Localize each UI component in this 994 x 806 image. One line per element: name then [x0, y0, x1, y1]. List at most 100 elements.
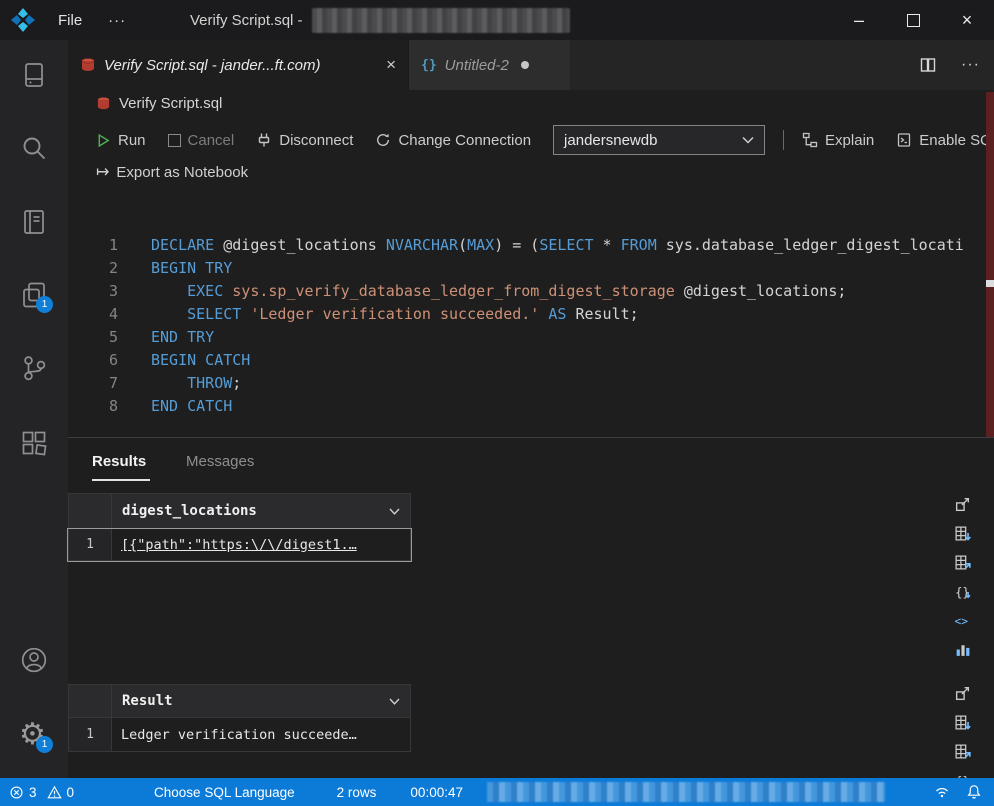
line-number: 5 — [68, 326, 118, 349]
chevron-down-icon[interactable] — [389, 508, 400, 515]
code-line[interactable]: 5END TRY — [68, 326, 986, 349]
save-as-excel-icon[interactable] — [951, 740, 973, 762]
grid1-action-icons: {} <> — [951, 493, 973, 660]
minimize-button[interactable]: – — [832, 0, 886, 40]
menu-file[interactable]: File — [58, 12, 82, 29]
code-text[interactable]: DECLARE @digest_locations NVARCHAR(MAX) … — [118, 234, 964, 257]
bell-icon[interactable] — [966, 784, 982, 800]
code-text[interactable]: EXEC sys.sp_verify_database_ledger_from_… — [118, 280, 846, 303]
explorer-badge: 1 — [36, 296, 53, 313]
database-dropdown-value: jandersnewdb — [564, 132, 742, 149]
line-number: 7 — [68, 372, 118, 395]
language-selector[interactable]: Choose SQL Language — [154, 785, 295, 800]
settings-gear-icon[interactable]: ⚙ 1 — [19, 720, 49, 750]
split-editor-icon[interactable] — [919, 56, 937, 74]
search-icon[interactable] — [19, 133, 49, 163]
grid-corner-cell[interactable] — [68, 684, 112, 718]
grid-corner-cell[interactable] — [68, 493, 112, 529]
row-number-cell[interactable]: 1 — [68, 717, 112, 752]
enable-sqlcmd-button[interactable]: Enable SQLCMD — [896, 132, 994, 149]
maximize-button[interactable] — [886, 0, 940, 40]
code-lines: 1DECLARE @digest_locations NVARCHAR(MAX)… — [68, 234, 986, 418]
save-as-csv-icon[interactable] — [951, 711, 973, 733]
save-as-excel-icon[interactable] — [951, 551, 973, 573]
chart-icon[interactable] — [951, 638, 973, 660]
line-number: 6 — [68, 349, 118, 372]
breadcrumb[interactable]: Verify Script.sql — [96, 95, 222, 112]
code-line[interactable]: 3 EXEC sys.sp_verify_database_ledger_fro… — [68, 280, 986, 303]
extensions-icon[interactable] — [19, 428, 49, 458]
explorer-icon[interactable]: 1 — [19, 280, 49, 310]
database-dropdown[interactable]: jandersnewdb — [553, 125, 765, 155]
notebooks-icon[interactable] — [19, 207, 49, 237]
code-text[interactable]: BEGIN CATCH — [118, 349, 250, 372]
redacted-status-text — [487, 782, 885, 802]
maximize-icon — [907, 14, 920, 27]
window-title: Verify Script.sql - — [190, 0, 570, 40]
code-line[interactable]: 6BEGIN CATCH — [68, 349, 986, 372]
source-control-icon[interactable] — [19, 353, 49, 383]
maximize-grid-icon[interactable] — [951, 682, 973, 704]
chevron-down-icon[interactable] — [389, 698, 400, 705]
run-button[interactable]: Run — [96, 132, 146, 149]
tab-untitled-2[interactable]: {} Untitled-2 — [408, 40, 570, 90]
code-text[interactable]: END TRY — [118, 326, 214, 349]
grid-column-header[interactable]: Result — [111, 684, 411, 718]
json-link[interactable]: [{"path":"https:\/\/digest1.… — [121, 537, 357, 553]
settings-badge: 1 — [36, 736, 53, 753]
sqlcmd-icon — [896, 132, 912, 148]
sql-file-icon — [96, 96, 111, 111]
export-as-notebook-button[interactable]: ↦ Export as Notebook — [96, 162, 248, 182]
activity-bar: 1 ⚙ 1 — [0, 40, 68, 778]
account-icon[interactable] — [19, 645, 49, 675]
code-text[interactable]: END CATCH — [118, 395, 232, 418]
result-value-cell[interactable]: Ledger verification succeede… — [111, 717, 411, 752]
panel-divider[interactable] — [68, 437, 994, 438]
maximize-grid-icon[interactable] — [951, 493, 973, 515]
grid-row: 1 [{"path":"https:\/\/digest1.… — [68, 529, 411, 561]
save-as-json-icon[interactable]: {} — [951, 580, 973, 602]
problems-errors[interactable]: 3 — [9, 785, 37, 800]
code-line[interactable]: 8END CATCH — [68, 395, 986, 418]
code-text[interactable]: SELECT 'Ledger verification succeeded.' … — [118, 303, 639, 326]
connections-icon[interactable] — [19, 60, 49, 90]
code-line[interactable]: 1DECLARE @digest_locations NVARCHAR(MAX)… — [68, 234, 986, 257]
tab-messages[interactable]: Messages — [186, 453, 254, 470]
code-text[interactable]: BEGIN TRY — [118, 257, 232, 280]
row-number-cell[interactable]: 1 — [68, 528, 112, 561]
save-as-xml-icon[interactable]: <> — [951, 609, 973, 631]
result-value-cell[interactable]: [{"path":"https:\/\/digest1.… — [111, 528, 411, 561]
tab-verify-script[interactable]: Verify Script.sql - jander...ft.com) × — [68, 40, 408, 90]
problems-warnings[interactable]: 0 — [47, 785, 75, 800]
explain-button[interactable]: Explain — [802, 132, 874, 149]
query-toolbar: Run Cancel Disconnect Change Connection … — [96, 124, 994, 156]
code-line[interactable]: 7 THROW; — [68, 372, 986, 395]
editor-overview-ruler[interactable] — [986, 92, 994, 438]
cancel-button[interactable]: Cancel — [168, 132, 235, 149]
elapsed-time[interactable]: 00:00:47 — [410, 785, 463, 800]
code-editor[interactable]: 1DECLARE @digest_locations NVARCHAR(MAX)… — [68, 188, 986, 438]
close-tab-icon[interactable]: × — [386, 55, 396, 75]
line-number: 3 — [68, 280, 118, 303]
breadcrumb-filename: Verify Script.sql — [119, 95, 222, 112]
code-line[interactable]: 4 SELECT 'Ledger verification succeeded.… — [68, 303, 986, 326]
save-as-csv-icon[interactable] — [951, 522, 973, 544]
code-line[interactable]: 2BEGIN TRY — [68, 257, 986, 280]
code-text[interactable]: THROW; — [118, 372, 241, 395]
scrollbar-thumb[interactable] — [986, 280, 994, 287]
grid-column-header[interactable]: digest_locations — [111, 493, 411, 529]
refresh-icon — [375, 132, 391, 148]
results-grid-result: Result 1 Ledger verification succeede… — [68, 684, 411, 752]
window-title-text: Verify Script.sql - — [190, 12, 303, 29]
modified-dot-icon[interactable] — [521, 61, 529, 69]
disconnect-button[interactable]: Disconnect — [256, 132, 353, 149]
line-number: 1 — [68, 234, 118, 257]
remote-indicator-icon[interactable] — [934, 784, 950, 800]
tab-results[interactable]: Results — [92, 453, 146, 470]
more-actions-icon[interactable]: ··· — [961, 56, 980, 74]
close-button[interactable]: × — [940, 0, 994, 40]
change-connection-button[interactable]: Change Connection — [375, 132, 531, 149]
tab-bar: Verify Script.sql - jander...ft.com) × {… — [68, 40, 994, 90]
menu-more[interactable]: ··· — [108, 12, 126, 29]
row-count[interactable]: 2 rows — [337, 785, 377, 800]
